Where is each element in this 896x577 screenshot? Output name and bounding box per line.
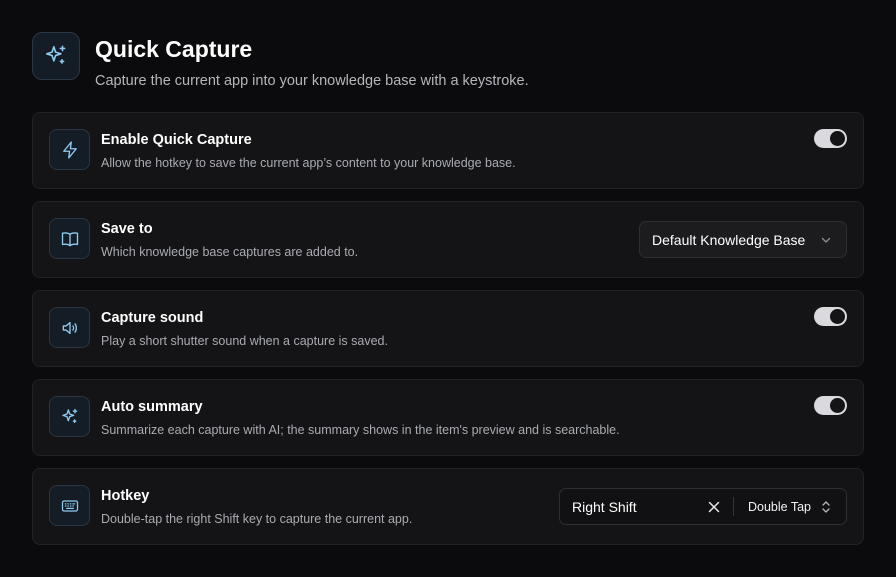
setting-hotkey: Hotkey Double-tap the right Shift key to… (32, 468, 864, 545)
setting-description: Allow the hotkey to save the current app… (101, 156, 516, 170)
page-header: Quick Capture Capture the current app in… (32, 32, 529, 90)
setting-title: Save to (101, 221, 153, 237)
page-subtitle: Capture the current app into your knowle… (95, 73, 529, 89)
sparkles-icon (49, 396, 90, 437)
page-title: Quick Capture (95, 36, 253, 62)
chevron-up-down-icon (821, 500, 831, 514)
quick-capture-settings-page: Quick Capture Capture the current app in… (0, 0, 896, 577)
header-text: Quick Capture Capture the current app in… (95, 32, 529, 90)
auto-summary-toggle[interactable] (814, 396, 847, 415)
toggle-knob (830, 398, 845, 413)
enable-quick-capture-toggle[interactable] (814, 129, 847, 148)
sparkles-icon (32, 32, 80, 80)
knowledge-base-select[interactable]: Default Knowledge Base (639, 221, 847, 258)
toggle-knob (830, 131, 845, 146)
setting-auto-summary: Auto summary Summarize each capture with… (32, 379, 864, 456)
hotkey-mode-label: Double Tap (748, 499, 812, 514)
book-icon (49, 218, 90, 259)
setting-capture-sound: Capture sound Play a short shutter sound… (32, 290, 864, 367)
hotkey-mode-select[interactable]: Double Tap (734, 489, 846, 524)
setting-title: Enable Quick Capture (101, 132, 252, 148)
speaker-icon (49, 307, 90, 348)
setting-description: Which knowledge base captures are added … (101, 245, 359, 259)
setting-title: Capture sound (101, 310, 204, 326)
setting-title: Auto summary (101, 399, 203, 415)
capture-sound-toggle[interactable] (814, 307, 847, 326)
select-value: Default Knowledge Base (652, 231, 806, 248)
setting-description: Summarize each capture with AI; the summ… (101, 423, 620, 437)
setting-enable-quick-capture: Enable Quick Capture Allow the hotkey to… (32, 112, 864, 189)
lightning-icon (49, 129, 90, 170)
setting-description: Double-tap the right Shift key to captur… (101, 512, 413, 526)
setting-description: Play a short shutter sound when a captur… (101, 334, 388, 348)
setting-save-to: Save to Which knowledge base captures ar… (32, 201, 864, 278)
setting-title: Hotkey (101, 488, 150, 504)
hotkey-control: Double Tap (559, 488, 847, 525)
toggle-knob (830, 309, 845, 324)
chevron-down-icon (820, 234, 832, 246)
keyboard-icon (49, 485, 90, 526)
close-icon[interactable] (705, 498, 723, 516)
